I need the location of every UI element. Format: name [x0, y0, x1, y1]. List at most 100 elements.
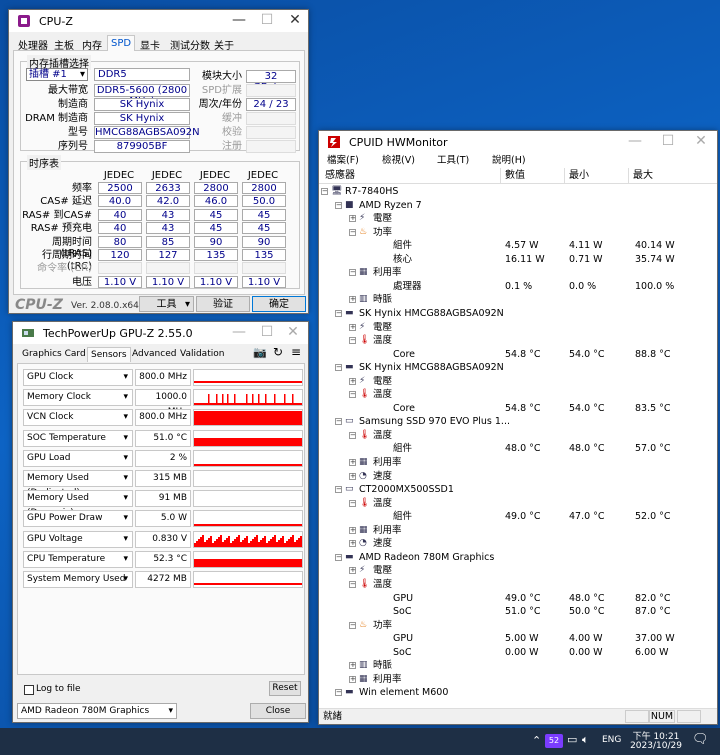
- language-indicator[interactable]: ENG: [602, 735, 621, 745]
- tree-row[interactable]: GPU 5.00 W 4.00 W 37.00 W: [319, 632, 717, 646]
- maximize-button[interactable]: ☐: [253, 10, 281, 32]
- expand-toggle-icon[interactable]: −: [321, 188, 328, 195]
- tree-row[interactable]: 核心 16.11 W 0.71 W 35.74 W: [319, 253, 717, 267]
- tab-1[interactable]: Sensors: [87, 347, 131, 362]
- camera-icon[interactable]: 📷: [253, 346, 267, 359]
- menu-item[interactable]: 檔案(F): [327, 153, 359, 168]
- tree-row[interactable]: + ▦ 利用率: [319, 456, 717, 470]
- tree-row[interactable]: SoC 51.0 °C 50.0 °C 87.0 °C: [319, 605, 717, 619]
- gpuz-titlebar[interactable]: TechPowerUp GPU-Z 2.55.0 — ☐ ✕: [13, 322, 308, 344]
- clock-date[interactable]: 2023/10/29: [628, 741, 684, 751]
- tree-row[interactable]: + ◔ 速度: [319, 537, 717, 551]
- expand-toggle-icon[interactable]: −: [349, 499, 356, 507]
- sensor-name[interactable]: GPU Clock: [23, 369, 133, 386]
- tree-row[interactable]: − 🌡︎ 溫度: [319, 497, 717, 511]
- sensor-name[interactable]: GPU Power Draw: [23, 510, 133, 528]
- sensor-name[interactable]: Memory Used (Dynamic): [23, 490, 133, 518]
- sensor-name[interactable]: Memory Used (Dedicated): [23, 470, 133, 498]
- close-window-button[interactable]: Close: [250, 703, 306, 719]
- expand-toggle-icon[interactable]: −: [335, 201, 342, 209]
- reset-button[interactable]: Reset: [269, 681, 301, 696]
- sensor-name[interactable]: System Memory Used: [23, 571, 133, 588]
- tab-3[interactable]: Validation: [177, 347, 227, 361]
- notification-badge[interactable]: 52: [545, 734, 563, 748]
- expand-toggle-icon[interactable]: +: [349, 540, 356, 548]
- tree-row[interactable]: − ♨︎ 功率: [319, 619, 717, 633]
- tree-row[interactable]: + ⚡︎ 電壓: [319, 564, 717, 578]
- expand-toggle-icon[interactable]: +: [349, 323, 356, 331]
- expand-toggle-icon[interactable]: +: [349, 567, 356, 575]
- expand-toggle-icon[interactable]: −: [349, 228, 356, 236]
- expand-toggle-icon[interactable]: +: [349, 472, 356, 480]
- sensor-name[interactable]: Memory Clock: [23, 389, 133, 407]
- hwmonitor-titlebar[interactable]: CPUID HWMonitor — ☐ ✕: [319, 131, 717, 153]
- expand-toggle-icon[interactable]: −: [335, 486, 342, 494]
- column-header-sensor[interactable]: 感應器: [319, 168, 501, 184]
- column-header-value[interactable]: 數值: [501, 168, 565, 184]
- chevron-up-icon[interactable]: ⌃: [532, 734, 541, 747]
- tab-0[interactable]: Graphics Card: [19, 347, 89, 361]
- tools-button[interactable]: 工具 ▾: [139, 296, 194, 312]
- expand-toggle-icon[interactable]: −: [349, 337, 356, 345]
- tree-row[interactable]: + ⚡︎ 電壓: [319, 212, 717, 226]
- tab-3[interactable]: SPD: [107, 35, 136, 51]
- sensor-name[interactable]: VCN Clock: [23, 409, 133, 427]
- expand-toggle-icon[interactable]: +: [349, 662, 356, 670]
- tree-row[interactable]: − 🖥︎ R7-7840HS: [319, 185, 717, 199]
- sensor-name[interactable]: CPU Temperature: [23, 550, 133, 568]
- sensor-name[interactable]: GPU Voltage: [23, 530, 133, 548]
- validate-button[interactable]: 验证: [196, 296, 250, 312]
- expand-toggle-icon[interactable]: −: [349, 431, 356, 439]
- tree-row[interactable]: − ▬ SK Hynix HMCG88AGBSA092N: [319, 307, 717, 321]
- tree-row[interactable]: + ▥ 時脈: [319, 659, 717, 673]
- column-header-min[interactable]: 最小: [565, 168, 629, 184]
- tree-row[interactable]: 組件 49.0 °C 47.0 °C 52.0 °C: [319, 510, 717, 524]
- tree-row[interactable]: − 🌡︎ 溫度: [319, 334, 717, 348]
- tree-row[interactable]: GPU 49.0 °C 48.0 °C 82.0 °C: [319, 592, 717, 606]
- expand-toggle-icon[interactable]: −: [335, 553, 342, 561]
- minimize-button[interactable]: —: [225, 10, 253, 32]
- expand-toggle-icon[interactable]: +: [349, 215, 356, 223]
- expand-toggle-icon[interactable]: −: [335, 689, 342, 697]
- close-button[interactable]: ✕: [281, 10, 309, 32]
- column-header-max[interactable]: 最大: [629, 168, 717, 184]
- tree-row[interactable]: 組件 48.0 °C 48.0 °C 57.0 °C: [319, 442, 717, 456]
- tree-row[interactable]: − ▭ Samsung SSD 970 EVO Plus 1...: [319, 415, 717, 429]
- minimize-button[interactable]: —: [621, 131, 649, 153]
- close-button[interactable]: ✕: [687, 131, 715, 153]
- tree-row[interactable]: + ▦ 利用率: [319, 524, 717, 538]
- tree-row[interactable]: − 🌡︎ 溫度: [319, 388, 717, 402]
- close-button[interactable]: ✕: [279, 322, 307, 344]
- tree-row[interactable]: − ▬ AMD Radeon 780M Graphics: [319, 551, 717, 565]
- refresh-icon[interactable]: ↻: [273, 345, 283, 359]
- cpuz-titlebar[interactable]: CPU-Z — ☐ ✕: [9, 10, 308, 32]
- log-checkbox[interactable]: [24, 685, 34, 695]
- tree-row[interactable]: + ▦ 利用率: [319, 673, 717, 687]
- tree-row[interactable]: − ▬ SK Hynix HMCG88AGBSA092N: [319, 361, 717, 375]
- tree-row[interactable]: Core 54.8 °C 54.0 °C 88.8 °C: [319, 348, 717, 362]
- tree-row[interactable]: − ▦ 利用率: [319, 266, 717, 280]
- slot-select[interactable]: 插槽 #1 ▾: [26, 68, 88, 81]
- tree-row[interactable]: − ▭ CT2000MX500SSD1: [319, 483, 717, 497]
- tab-2[interactable]: Advanced: [129, 347, 179, 361]
- expand-toggle-icon[interactable]: +: [349, 459, 356, 466]
- network-icon[interactable]: ▭: [567, 733, 577, 746]
- gpu-select[interactable]: AMD Radeon 780M Graphics ▾: [17, 703, 177, 719]
- tree-row[interactable]: SoC 0.00 W 0.00 W 6.00 W: [319, 646, 717, 660]
- tree-row[interactable]: − 🌡︎ 溫度: [319, 578, 717, 592]
- menu-item[interactable]: 說明(H): [492, 153, 526, 168]
- volume-icon[interactable]: 🔈︎: [582, 733, 589, 747]
- menu-item[interactable]: 工具(T): [437, 153, 469, 168]
- tree-row[interactable]: + ⚡︎ 電壓: [319, 321, 717, 335]
- tree-row[interactable]: − ♨︎ 功率: [319, 226, 717, 240]
- expand-toggle-icon[interactable]: −: [349, 621, 356, 629]
- sensor-name[interactable]: GPU Load: [23, 449, 133, 467]
- expand-toggle-icon[interactable]: +: [349, 675, 356, 683]
- expand-toggle-icon[interactable]: −: [335, 309, 342, 317]
- tree-row[interactable]: 組件 4.57 W 4.11 W 40.14 W: [319, 239, 717, 253]
- notification-icon[interactable]: 🗨︎: [692, 732, 709, 747]
- menu-icon[interactable]: ≡: [291, 345, 301, 359]
- sensor-name[interactable]: SOC Temperature: [23, 429, 133, 447]
- expand-toggle-icon[interactable]: −: [349, 580, 356, 588]
- menu-item[interactable]: 檢視(V): [382, 153, 415, 168]
